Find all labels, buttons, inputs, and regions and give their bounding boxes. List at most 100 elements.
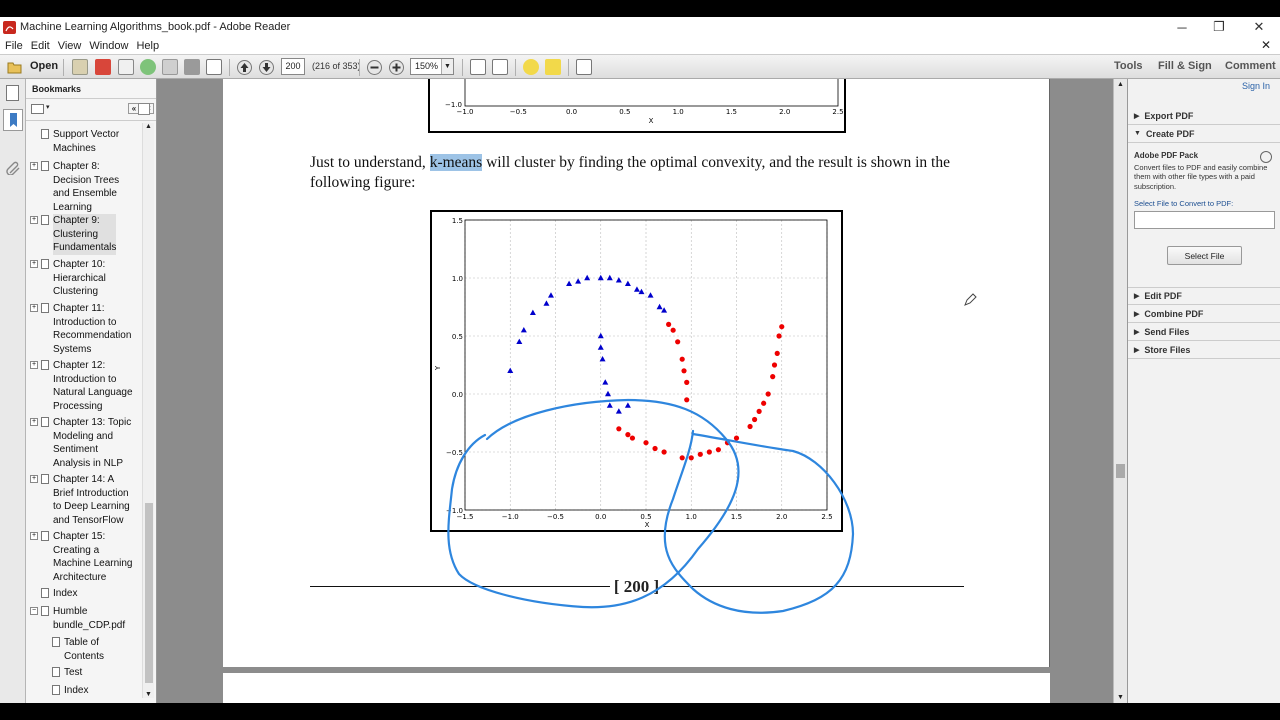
bookmark-item[interactable]: + Chapter 12: Introduction to Natural Lan…	[30, 359, 140, 413]
zoom-level-select[interactable]: 150% ▼	[410, 58, 454, 75]
print-icon[interactable]	[184, 59, 200, 75]
expand-toggle-icon[interactable]: +	[30, 418, 38, 426]
bookmark-item[interactable]: + Chapter 8: Decision Trees and Ensemble …	[30, 160, 140, 214]
expand-toggle-icon[interactable]: +	[30, 162, 38, 170]
combine-pdf-section[interactable]: ▶ Combine PDF	[1128, 305, 1280, 323]
bookmarks-scrollbar[interactable]: ▲ ▼	[142, 123, 154, 698]
menu-file[interactable]: File	[5, 40, 23, 52]
bookmarks-scroll-thumb[interactable]	[145, 503, 153, 683]
edit-icon[interactable]	[118, 59, 134, 75]
fit-width-icon[interactable]	[492, 59, 508, 75]
expand-toggle-icon[interactable]: +	[30, 216, 38, 224]
page-thumbnails-icon[interactable]	[6, 85, 19, 101]
info-icon[interactable]	[1260, 151, 1272, 163]
open-button[interactable]: Open	[30, 60, 58, 72]
chevron-down-icon[interactable]: ▾	[46, 103, 50, 111]
menu-window[interactable]: Window	[89, 40, 128, 52]
open-folder-icon[interactable]	[6, 59, 24, 75]
bookmark-item[interactable]: + Chapter 9: Clustering Fundamentals	[30, 214, 140, 255]
find-bookmark-icon[interactable]	[138, 103, 150, 115]
sticky-note-icon[interactable]	[523, 59, 539, 75]
create-pdf-icon[interactable]	[72, 59, 88, 75]
fit-page-icon[interactable]	[470, 59, 486, 75]
zoom-out-icon[interactable]	[366, 59, 382, 75]
bookmark-item[interactable]: + Chapter 10: Hierarchical Clustering	[30, 258, 140, 299]
minimize-button[interactable]: ─	[1162, 17, 1202, 37]
acrobat-icon[interactable]	[95, 59, 111, 75]
menu-help[interactable]: Help	[136, 40, 159, 52]
attachments-icon[interactable]	[6, 159, 20, 178]
bookmarks-panel: Bookmarks « × ▾ Support Vector Machines +…	[26, 79, 157, 703]
bookmark-label: Table of Contents	[64, 637, 105, 662]
bookmark-page-icon	[41, 360, 49, 370]
chevron-down-icon[interactable]: ▼	[441, 59, 453, 74]
bookmark-item[interactable]: Index	[41, 684, 140, 698]
restore-button[interactable]: ❐	[1199, 17, 1239, 37]
tools-tab[interactable]: Tools	[1114, 60, 1143, 72]
export-pdf-section[interactable]: ▶ Export PDF	[1128, 107, 1280, 125]
menu-view[interactable]: View	[58, 40, 82, 52]
store-files-section[interactable]: ▶ Store Files	[1128, 341, 1280, 359]
edit-pdf-section[interactable]: ▶ Edit PDF	[1128, 287, 1280, 305]
bookmark-item[interactable]: + Chapter 14: A Brief Introduction to Dee…	[30, 473, 140, 527]
document-scroll-thumb[interactable]	[1116, 464, 1125, 478]
create-pdf-body: Adobe PDF Pack Convert files to PDF and …	[1134, 151, 1276, 209]
email-icon[interactable]	[206, 59, 222, 75]
bookmarks-list: Support Vector Machines + Chapter 8: Decis…	[26, 123, 140, 698]
document-scrollbar[interactable]: ▲ ▼	[1113, 79, 1127, 703]
bookmark-options-icon[interactable]	[31, 104, 44, 114]
zoom-in-icon[interactable]	[388, 59, 404, 75]
ink-annotation[interactable]	[223, 79, 1050, 667]
bookmark-item[interactable]: Test	[41, 666, 140, 680]
chevron-right-icon: ▶	[1134, 112, 1140, 120]
scroll-down-icon[interactable]: ▼	[145, 691, 152, 698]
expand-toggle-icon[interactable]: +	[30, 361, 38, 369]
file-path-input[interactable]	[1134, 211, 1275, 229]
chevron-right-icon: ▶	[1134, 293, 1140, 300]
bookmark-item[interactable]: + Chapter 11: Introduction to Recommendat…	[30, 302, 140, 356]
page-number-input[interactable]: 200	[281, 58, 305, 75]
expand-toggle-icon[interactable]: +	[30, 260, 38, 268]
bookmark-item[interactable]: − Humble bundle_CDP.pdf	[30, 605, 140, 632]
highlight-icon[interactable]	[545, 59, 561, 75]
adobe-reader-window: Machine Learning Algorithms_book.pdf - A…	[0, 17, 1280, 703]
cloud-upload-icon[interactable]	[140, 59, 156, 75]
bookmark-item[interactable]: Index	[30, 587, 140, 601]
select-file-button[interactable]: Select File	[1167, 246, 1242, 265]
expand-toggle-icon[interactable]: −	[30, 607, 38, 615]
sign-in-link[interactable]: Sign In	[1242, 81, 1270, 91]
toolbar-divider	[568, 59, 569, 76]
save-icon[interactable]	[162, 59, 178, 75]
bookmark-item[interactable]: + Chapter 15: Creating a Machine Learning…	[30, 530, 140, 584]
close-window-button[interactable]: ✕	[1239, 17, 1279, 37]
send-files-label: Send Files	[1144, 326, 1190, 337]
pack-description: Convert files to PDF and easily combine …	[1134, 162, 1268, 191]
pack-title: Adobe PDF Pack	[1134, 151, 1199, 160]
previous-page-icon[interactable]	[236, 59, 252, 75]
fill-sign-tab[interactable]: Fill & Sign	[1158, 60, 1212, 72]
bookmark-page-icon	[52, 637, 60, 647]
scroll-up-icon[interactable]: ▲	[145, 123, 152, 130]
blue-ink-stroke[interactable]	[447, 398, 855, 614]
expand-toggle-icon[interactable]: +	[30, 475, 38, 483]
expand-toggle-icon[interactable]: +	[30, 532, 38, 540]
close-document-button[interactable]: ✕	[1261, 38, 1271, 52]
bookmark-page-icon	[41, 215, 49, 225]
expand-toggle-icon[interactable]: +	[30, 304, 38, 312]
next-page-icon[interactable]	[258, 59, 274, 75]
send-files-section[interactable]: ▶ Send Files	[1128, 323, 1280, 341]
bookmarks-panel-button[interactable]	[3, 109, 23, 131]
toolbar-divider	[63, 59, 64, 76]
document-viewport[interactable]: −1.0 −0.5 0.0 0.5 1.0 1.5 2.0 2.5 −1.0 X Just to …	[157, 79, 1113, 703]
bookmark-item[interactable]: Support Vector Machines	[30, 128, 140, 155]
bookmark-item[interactable]: Table of Contents	[41, 636, 140, 663]
comment-tab[interactable]: Comment	[1225, 60, 1276, 72]
read-mode-icon[interactable]	[576, 59, 592, 75]
scroll-down-icon[interactable]: ▼	[1117, 694, 1124, 701]
menu-edit[interactable]: Edit	[31, 40, 50, 52]
create-pdf-section[interactable]: ▼ Create PDF	[1128, 125, 1280, 143]
bookmark-label: Chapter 11: Introduction to Recommendati…	[53, 303, 132, 355]
bookmark-label: Chapter 10: Hierarchical Clustering	[53, 259, 106, 297]
scroll-up-icon[interactable]: ▲	[1117, 81, 1124, 88]
bookmark-item[interactable]: + Chapter 13: Topic Modeling and Sentimen…	[30, 416, 140, 470]
